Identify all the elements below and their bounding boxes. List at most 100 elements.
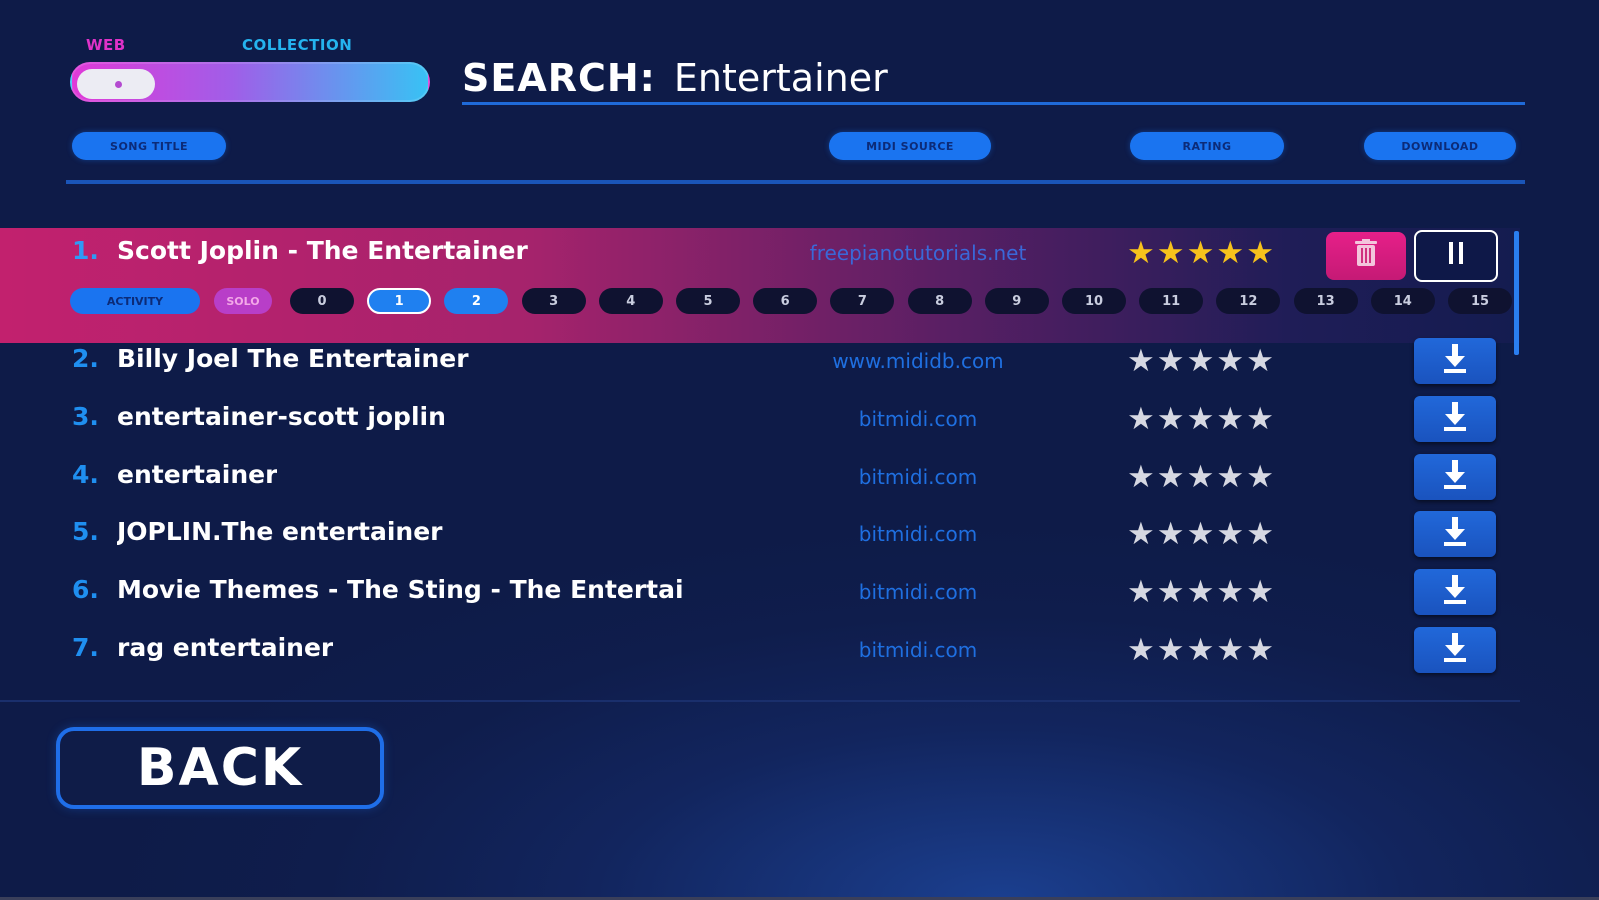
track-15-button[interactable]: 15 (1448, 288, 1512, 314)
rating-stars[interactable]: ★ ★ ★ ★ ★ (1127, 346, 1274, 377)
toggle-knob[interactable] (77, 69, 155, 99)
track-14-button[interactable]: 14 (1370, 288, 1435, 314)
table-row[interactable]: 5. JOPLIN.The entertainer bitmidi.com ★ ★ ★ ★ ★ (0, 509, 1520, 567)
star-icon[interactable]: ★ (1216, 404, 1244, 435)
download-button[interactable] (1414, 396, 1496, 442)
solo-button[interactable]: SOLO (214, 288, 272, 314)
track-8-button[interactable]: 8 (907, 288, 972, 314)
star-icon[interactable]: ★ (1216, 346, 1244, 377)
midi-source-link[interactable]: bitmidi.com (788, 465, 1048, 489)
track-9-button[interactable]: 9 (984, 288, 1049, 314)
midi-source-link[interactable]: bitmidi.com (788, 580, 1048, 604)
table-row[interactable]: 4. entertainer bitmidi.com ★ ★ ★ ★ ★ (0, 452, 1520, 510)
list-scrollbar[interactable] (1514, 231, 1519, 355)
song-title[interactable]: Scott Joplin - The Entertainer (117, 236, 528, 265)
rating-stars[interactable]: ★ ★ ★ ★ ★ (1127, 519, 1274, 550)
song-title[interactable]: Movie Themes - The Sting - The Entertai (117, 575, 684, 604)
song-title[interactable]: Billy Joel The Entertainer (117, 344, 469, 373)
table-row[interactable]: 6. Movie Themes - The Sting - The Enterta… (0, 567, 1520, 625)
track-13-button[interactable]: 13 (1293, 288, 1358, 314)
track-5-button[interactable]: 5 (676, 288, 740, 314)
star-icon[interactable]: ★ (1157, 238, 1185, 269)
results-list[interactable]: ACTIVITY SOLO 0 1 2 3 4 5 6 7 8 9 10 11 12 13 14 15 1. S… (0, 228, 1520, 700)
song-title[interactable]: entertainer-scott joplin (117, 402, 446, 431)
search-term[interactable]: Entertainer (674, 56, 888, 100)
star-icon[interactable]: ★ (1127, 238, 1155, 269)
delete-button[interactable] (1326, 232, 1406, 280)
track-6-button[interactable]: 6 (753, 288, 818, 314)
star-icon[interactable]: ★ (1187, 577, 1215, 608)
star-icon[interactable]: ★ (1127, 519, 1155, 550)
star-icon[interactable]: ★ (1187, 519, 1215, 550)
star-icon[interactable]: ★ (1157, 404, 1185, 435)
song-title[interactable]: rag entertainer (117, 633, 333, 662)
star-icon[interactable]: ★ (1187, 462, 1215, 493)
star-icon[interactable]: ★ (1216, 462, 1244, 493)
star-icon[interactable]: ★ (1216, 519, 1244, 550)
column-download[interactable]: DOWNLOAD (1364, 132, 1516, 160)
track-4-button[interactable]: 4 (598, 288, 663, 314)
download-button[interactable] (1414, 511, 1496, 557)
download-button[interactable] (1414, 454, 1496, 500)
star-icon[interactable]: ★ (1127, 577, 1155, 608)
star-icon[interactable]: ★ (1157, 462, 1185, 493)
table-row-active[interactable]: 1. Scott Joplin - The Entertainer freepian… (0, 228, 1520, 286)
track-12-button[interactable]: 12 (1216, 288, 1281, 314)
star-icon[interactable]: ★ (1246, 462, 1274, 493)
pause-button[interactable] (1414, 230, 1498, 282)
star-icon[interactable]: ★ (1127, 462, 1155, 493)
table-row[interactable]: 3. entertainer-scott joplin bitmidi.com ★ ★ ★… (0, 394, 1520, 452)
download-button[interactable] (1414, 569, 1496, 615)
star-icon[interactable]: ★ (1216, 577, 1244, 608)
track-0-button[interactable]: 0 (290, 288, 354, 314)
star-icon[interactable]: ★ (1157, 635, 1185, 666)
star-icon[interactable]: ★ (1246, 577, 1274, 608)
download-button[interactable] (1414, 627, 1496, 673)
rating-stars[interactable]: ★ ★ ★ ★ ★ (1127, 577, 1274, 608)
track-2-button[interactable]: 2 (444, 288, 509, 314)
star-icon[interactable]: ★ (1246, 519, 1274, 550)
download-button[interactable] (1414, 338, 1496, 384)
row-number: 4. (72, 460, 99, 489)
star-icon[interactable]: ★ (1246, 404, 1274, 435)
activity-button[interactable]: ACTIVITY (70, 288, 200, 314)
song-title[interactable]: entertainer (117, 460, 277, 489)
star-icon[interactable]: ★ (1157, 519, 1185, 550)
star-icon[interactable]: ★ (1216, 238, 1244, 269)
track-1-button[interactable]: 1 (367, 288, 432, 314)
star-icon[interactable]: ★ (1127, 635, 1155, 666)
star-icon[interactable]: ★ (1157, 346, 1185, 377)
column-song-title[interactable]: SONG TITLE (72, 132, 226, 160)
table-row[interactable]: 2. Billy Joel The Entertainer www.mididb.c… (0, 336, 1520, 394)
star-icon[interactable]: ★ (1246, 238, 1274, 269)
track-7-button[interactable]: 7 (830, 288, 895, 314)
track-11-button[interactable]: 11 (1139, 288, 1204, 314)
star-icon[interactable]: ★ (1127, 346, 1155, 377)
midi-source-link[interactable]: www.mididb.com (788, 349, 1048, 373)
star-icon[interactable]: ★ (1187, 238, 1215, 269)
track-3-button[interactable]: 3 (521, 288, 586, 314)
star-icon[interactable]: ★ (1187, 346, 1215, 377)
star-icon[interactable]: ★ (1246, 346, 1274, 377)
midi-source-link[interactable]: bitmidi.com (788, 522, 1048, 546)
star-icon[interactable]: ★ (1187, 635, 1215, 666)
rating-stars[interactable]: ★ ★ ★ ★ ★ (1127, 635, 1274, 666)
star-icon[interactable]: ★ (1187, 404, 1215, 435)
column-midi-source[interactable]: MIDI SOURCE (829, 132, 991, 160)
back-button[interactable]: BACK (56, 727, 384, 809)
rating-stars[interactable]: ★ ★ ★ ★ ★ (1127, 238, 1274, 269)
table-row[interactable]: 7. rag entertainer bitmidi.com ★ ★ ★ ★ ★ (0, 625, 1520, 683)
track-10-button[interactable]: 10 (1062, 288, 1126, 314)
web-collection-toggle[interactable] (70, 62, 430, 102)
midi-source-link[interactable]: bitmidi.com (788, 638, 1048, 662)
rating-stars[interactable]: ★ ★ ★ ★ ★ (1127, 404, 1274, 435)
column-rating[interactable]: RATING (1130, 132, 1284, 160)
song-title[interactable]: JOPLIN.The entertainer (117, 517, 443, 546)
star-icon[interactable]: ★ (1246, 635, 1274, 666)
star-icon[interactable]: ★ (1216, 635, 1244, 666)
star-icon[interactable]: ★ (1157, 577, 1185, 608)
midi-source-link[interactable]: bitmidi.com (788, 407, 1048, 431)
midi-source-link[interactable]: freepianotutorials.net (788, 241, 1048, 265)
rating-stars[interactable]: ★ ★ ★ ★ ★ (1127, 462, 1274, 493)
star-icon[interactable]: ★ (1127, 404, 1155, 435)
